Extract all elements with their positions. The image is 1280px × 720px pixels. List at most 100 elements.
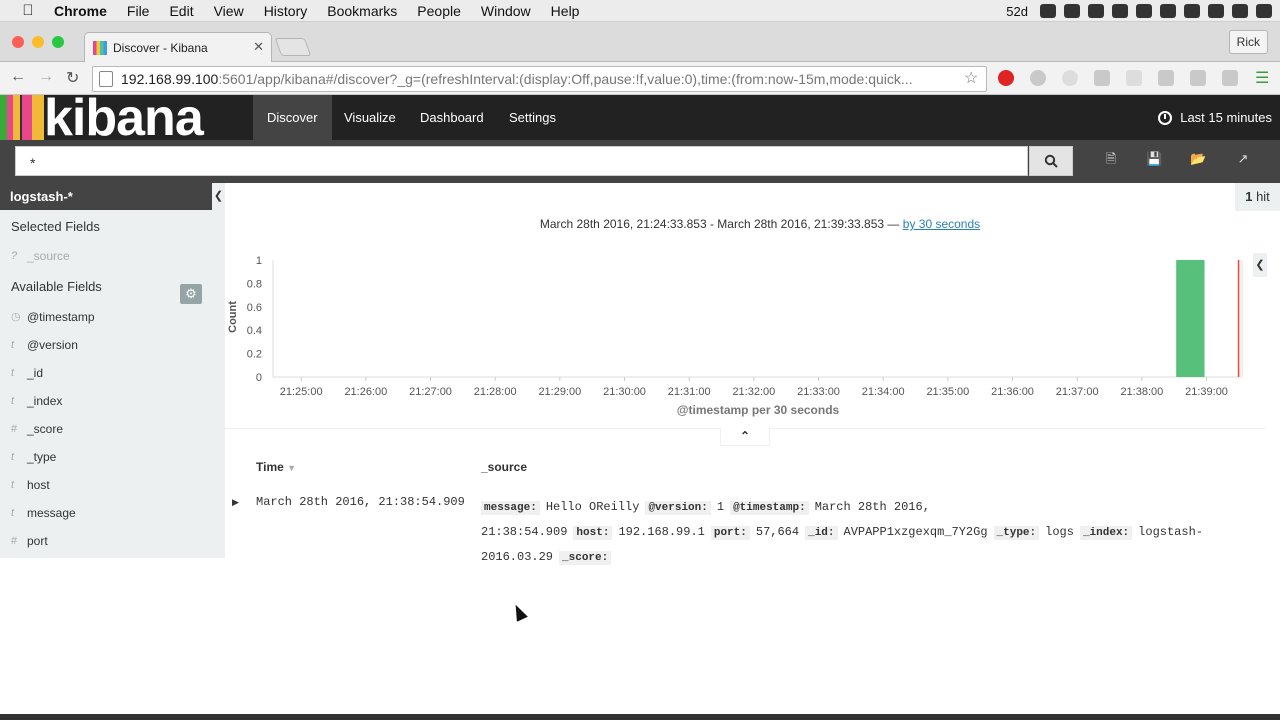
- kibana-logo-stripes: [0, 95, 44, 140]
- menu-view[interactable]: View: [214, 3, 244, 19]
- new-search-icon[interactable]: 🗎: [1104, 152, 1118, 166]
- menu-window[interactable]: Window: [481, 3, 531, 19]
- close-window-button[interactable]: [12, 36, 24, 48]
- source-value: Hello OReilly: [545, 500, 640, 514]
- sort-down-icon[interactable]: ▼: [287, 463, 296, 473]
- column-header-time[interactable]: Time ▼: [256, 460, 296, 474]
- spotlight-icon[interactable]: [1232, 4, 1248, 18]
- field-type-string-icon: t: [11, 395, 15, 407]
- interval-link[interactable]: by 30 seconds: [903, 217, 980, 231]
- new-tab-button[interactable]: [274, 38, 312, 56]
- tray-app-icon[interactable]: [1064, 4, 1080, 18]
- page-icon: [99, 71, 113, 87]
- notification-center-icon[interactable]: [1256, 4, 1272, 18]
- x-tick-label: 21:35:00: [926, 386, 969, 398]
- nav-dashboard[interactable]: Dashboard: [406, 95, 498, 140]
- battery-icon[interactable]: [1184, 4, 1200, 18]
- x-tick-label: 21:37:00: [1056, 386, 1099, 398]
- extension-grey-icon[interactable]: [1062, 70, 1078, 86]
- evernote-icon[interactable]: [1088, 4, 1104, 18]
- collapse-chart-button[interactable]: ⌃: [720, 428, 770, 446]
- browser-tab[interactable]: Discover - Kibana ✕: [84, 32, 272, 62]
- reload-icon[interactable]: ↻: [66, 68, 79, 88]
- chrome-menu-icon[interactable]: ☰: [1255, 68, 1269, 88]
- source-value: 57,664: [755, 525, 800, 539]
- nav-settings[interactable]: Settings: [495, 95, 570, 140]
- source-value: AVPAPP1xzgexqm_7Y2Gg: [843, 525, 988, 539]
- apple-icon[interactable]: : [18, 2, 38, 19]
- field-version[interactable]: t @version: [0, 331, 225, 359]
- histogram-bar[interactable]: [1176, 260, 1205, 377]
- field-message[interactable]: t message: [0, 499, 225, 527]
- nav-visualize[interactable]: Visualize: [330, 95, 410, 140]
- available-fields-list: ◷ @timestamp t @version t _id t _index # _sco…: [0, 303, 225, 555]
- menu-help[interactable]: Help: [551, 3, 580, 19]
- menu-file[interactable]: File: [127, 3, 150, 19]
- menubar-tray: 52d: [1006, 0, 1280, 22]
- video-icon[interactable]: [1112, 4, 1128, 18]
- field-index[interactable]: t _index: [0, 387, 225, 415]
- extension-print-icon[interactable]: [1094, 70, 1110, 86]
- back-arrow-icon[interactable]: ←: [10, 68, 26, 86]
- address-bar[interactable]: 192.168.99.100 :5601/app/kibana#/discove…: [92, 66, 987, 92]
- y-tick-label: 0.8: [247, 278, 262, 290]
- extension-b-icon[interactable]: [1222, 70, 1238, 86]
- source-key: _type:: [993, 526, 1040, 540]
- bookmark-star-icon[interactable]: ☆: [964, 68, 978, 88]
- x-tick-label: 21:31:00: [668, 386, 711, 398]
- wifi-icon[interactable]: [1160, 4, 1176, 18]
- extension-copy-icon[interactable]: [1190, 70, 1206, 86]
- collapse-sidebar-icon[interactable]: ❮: [212, 183, 225, 210]
- expand-legend-icon[interactable]: ❮: [1253, 253, 1267, 277]
- extension-opera-icon[interactable]: [998, 70, 1014, 86]
- column-header-source[interactable]: _source: [481, 460, 527, 474]
- kibana-logo[interactable]: kibana: [44, 88, 204, 148]
- menu-edit[interactable]: Edit: [169, 3, 193, 19]
- extension-leaf-icon[interactable]: [1126, 70, 1142, 86]
- dock-edge: [0, 714, 1280, 720]
- expand-row-icon[interactable]: ▶: [232, 497, 239, 508]
- field-settings-gear-icon[interactable]: ⚙: [180, 284, 202, 304]
- hit-count-number: 1: [1245, 189, 1253, 204]
- menu-history[interactable]: History: [264, 3, 308, 19]
- x-tick-label: 21:29:00: [538, 386, 581, 398]
- save-search-icon[interactable]: 💾: [1146, 152, 1162, 166]
- nav-discover[interactable]: Discover: [253, 95, 332, 140]
- field-port[interactable]: # port: [0, 527, 225, 555]
- x-tick-label: 21:34:00: [862, 386, 905, 398]
- query-input[interactable]: *: [15, 146, 1028, 176]
- close-tab-icon[interactable]: ✕: [253, 39, 264, 55]
- extension-square-icon[interactable]: [1158, 70, 1174, 86]
- field-id[interactable]: t _id: [0, 359, 225, 387]
- source-key: port:: [710, 526, 750, 540]
- field-score[interactable]: # _score: [0, 415, 225, 443]
- field-type-string-icon: t: [11, 339, 15, 351]
- extension-honey-icon[interactable]: [1030, 70, 1046, 86]
- source-key: _score:: [559, 551, 612, 565]
- source-value: 192.168.99.1: [618, 525, 705, 539]
- menu-bookmarks[interactable]: Bookmarks: [327, 3, 397, 19]
- clock-icon[interactable]: [1208, 4, 1224, 18]
- field-source[interactable]: ? _source: [0, 242, 225, 270]
- field-timestamp[interactable]: ◷ @timestamp: [0, 303, 225, 331]
- index-pattern[interactable]: logstash-*: [0, 183, 225, 210]
- zoom-window-button[interactable]: [52, 36, 64, 48]
- airplay-icon[interactable]: [1136, 4, 1152, 18]
- time-picker[interactable]: Last 15 minutes: [1158, 95, 1272, 140]
- menu-people[interactable]: People: [417, 3, 461, 19]
- minimize-window-button[interactable]: [32, 36, 44, 48]
- search-button[interactable]: [1029, 146, 1073, 176]
- histogram-chart: 00.20.40.60.81 21:25:00 21:26:00 21:27:00 2…: [227, 255, 1243, 417]
- dropbox-icon[interactable]: [1040, 4, 1056, 18]
- field-host[interactable]: t host: [0, 471, 225, 499]
- field-type[interactable]: t _type: [0, 443, 225, 471]
- profile-button[interactable]: Rick: [1228, 30, 1268, 54]
- share-search-icon[interactable]: ↗: [1236, 152, 1250, 166]
- menubar-badge[interactable]: 52d: [1006, 4, 1028, 19]
- forward-arrow-icon[interactable]: →: [38, 68, 54, 86]
- source-value: 1: [716, 500, 725, 514]
- menu-app-name[interactable]: Chrome: [54, 3, 107, 19]
- open-search-icon[interactable]: 📂: [1190, 152, 1206, 166]
- x-tick-label: 21:25:00: [280, 386, 323, 398]
- x-axis-label: @timestamp per 30 seconds: [677, 403, 840, 417]
